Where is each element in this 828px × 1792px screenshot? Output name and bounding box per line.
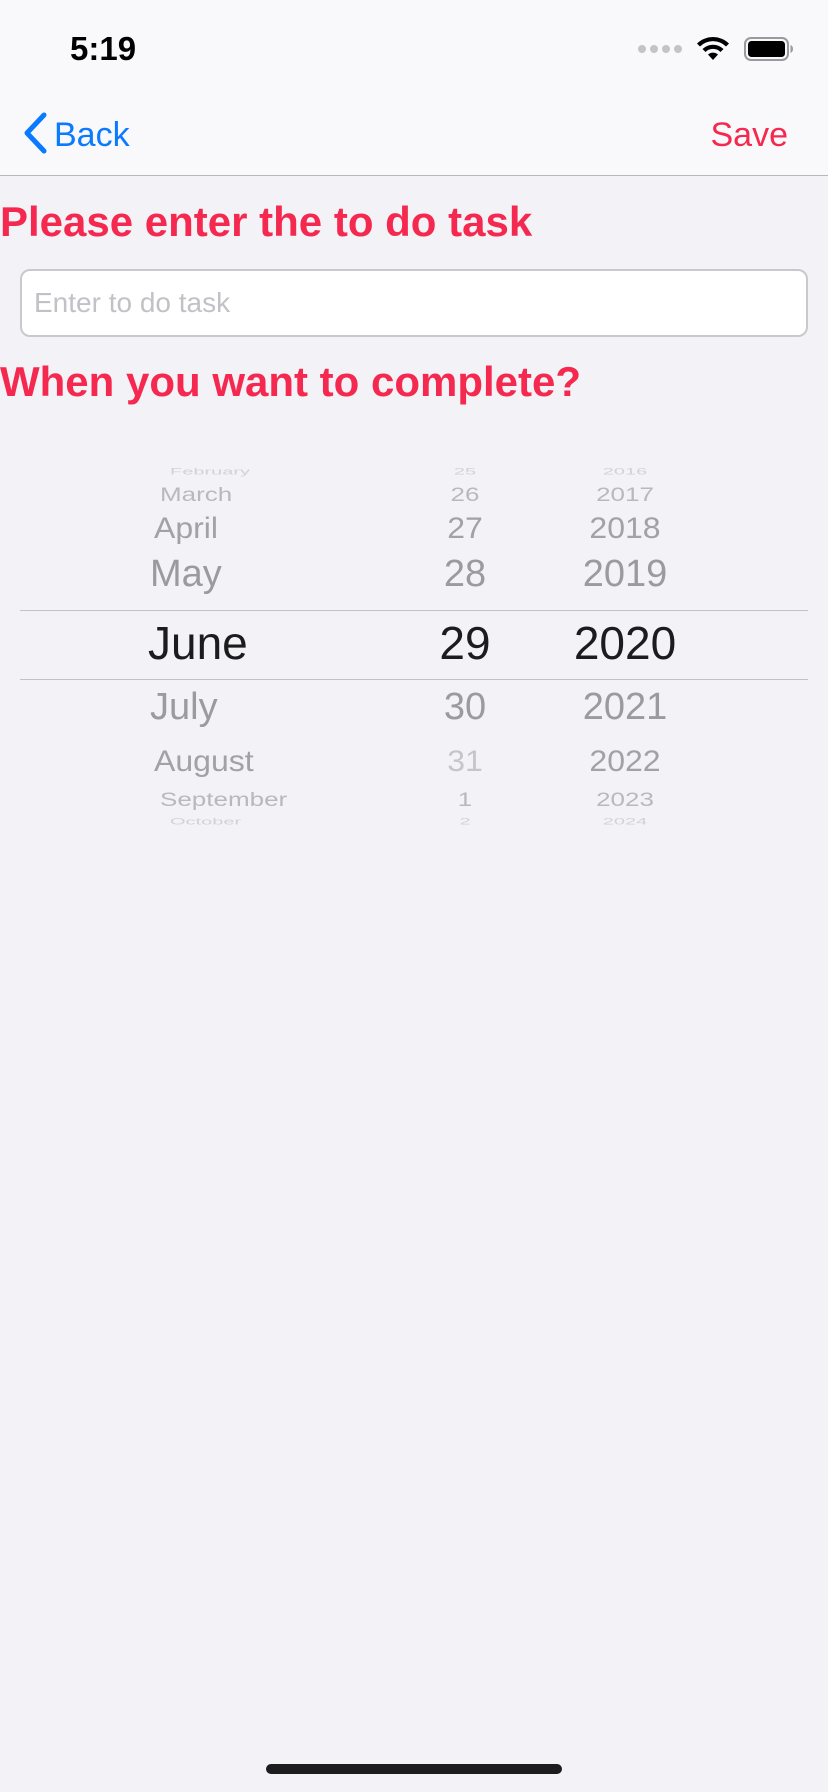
day-option[interactable]: 30 — [400, 688, 530, 726]
chevron-left-icon — [22, 112, 48, 159]
month-option[interactable]: April — [20, 513, 400, 542]
year-wheel[interactable]: 2016 2017 2018 2019 2020 2021 2022 2023 … — [530, 460, 720, 830]
task-heading: Please enter the to do task — [0, 198, 533, 245]
navigation-bar: Back Save — [0, 96, 828, 176]
battery-icon — [744, 36, 794, 62]
wifi-icon — [696, 36, 730, 62]
year-option[interactable]: 2023 — [530, 789, 720, 809]
month-wheel[interactable]: February March April May June July Augus… — [20, 460, 400, 830]
back-label: Back — [54, 115, 130, 154]
month-option[interactable]: May — [20, 555, 400, 593]
year-option[interactable]: 2016 — [530, 468, 720, 477]
day-option[interactable]: 28 — [400, 555, 530, 593]
year-option[interactable]: 2022 — [530, 746, 720, 775]
year-selected[interactable]: 2020 — [530, 620, 720, 666]
year-option[interactable]: 2024 — [530, 818, 720, 827]
day-option[interactable]: 1 — [400, 789, 530, 809]
day-wheel[interactable]: 25 26 27 28 29 30 31 1 2 — [400, 460, 530, 830]
day-option[interactable]: 26 — [400, 484, 530, 504]
day-option[interactable]: 2 — [400, 818, 530, 827]
day-option[interactable]: 25 — [400, 468, 530, 477]
month-option[interactable]: March — [20, 484, 400, 504]
date-picker[interactable]: February March April May June July Augus… — [20, 460, 808, 830]
cellular-signal-icon — [638, 45, 682, 53]
month-option[interactable]: October — [20, 818, 400, 827]
year-option[interactable]: 2019 — [530, 555, 720, 593]
home-indicator[interactable] — [266, 1764, 562, 1774]
month-option[interactable]: February — [20, 468, 400, 477]
back-button[interactable]: Back — [22, 110, 130, 160]
year-option[interactable]: 2017 — [530, 484, 720, 504]
date-heading: When you want to complete? — [0, 358, 582, 405]
year-option[interactable]: 2018 — [530, 513, 720, 542]
save-button[interactable]: Save — [711, 110, 789, 160]
task-input[interactable] — [20, 269, 808, 337]
month-selected[interactable]: June — [20, 620, 400, 666]
month-option[interactable]: August — [20, 746, 400, 775]
day-selected[interactable]: 29 — [400, 620, 530, 666]
year-option[interactable]: 2021 — [530, 688, 720, 726]
day-option[interactable]: 27 — [400, 513, 530, 542]
month-option[interactable]: July — [20, 688, 400, 726]
day-option[interactable]: 31 — [400, 746, 530, 775]
status-time: 5:19 — [70, 30, 137, 67]
month-option[interactable]: September — [20, 789, 400, 809]
status-bar: 5:19 — [0, 0, 828, 96]
status-icons — [638, 36, 794, 62]
screen: 5:19 Back Save Please enter the to do ta… — [0, 0, 828, 1792]
